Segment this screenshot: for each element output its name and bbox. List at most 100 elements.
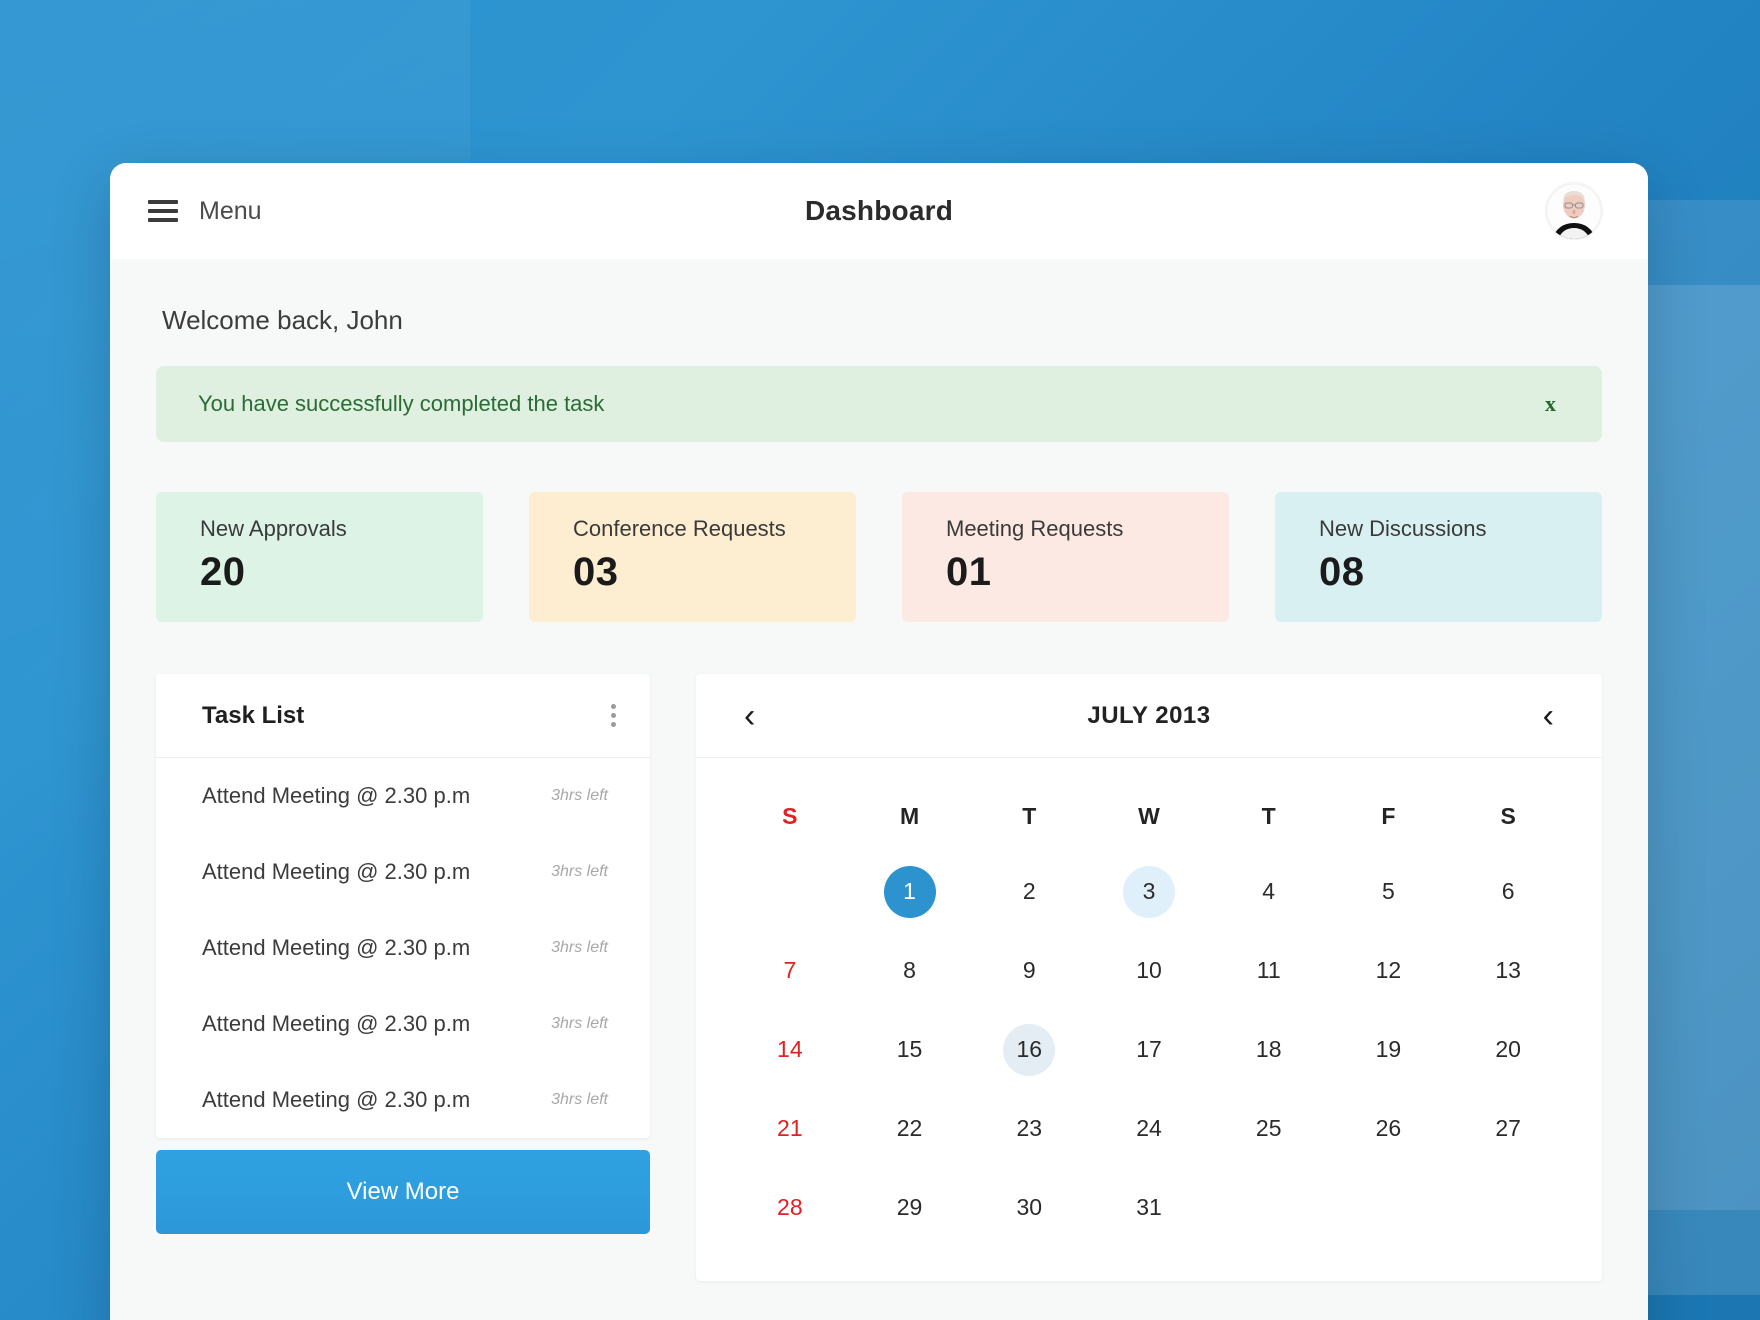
stat-label: Conference Requests [573, 516, 786, 541]
list-item[interactable]: Attend Meeting @ 2.30 p.m 3hrs left [156, 1062, 650, 1138]
calendar-day-29[interactable]: 29 [884, 1182, 936, 1234]
calendar-day-2[interactable]: 2 [1003, 866, 1055, 918]
success-alert: You have successfully completed the task… [156, 366, 1602, 442]
calendar-day-18[interactable]: 18 [1243, 1024, 1295, 1076]
task-list-title: Task List [202, 701, 305, 729]
avatar[interactable] [1546, 183, 1602, 239]
list-item[interactable]: Attend Meeting @ 2.30 p.m 3hrs left [156, 986, 650, 1062]
page-title: Dashboard [804, 195, 954, 226]
stat-card-new-discussions[interactable]: New Discussions 08 [1275, 492, 1602, 622]
list-item[interactable]: Attend Meeting @ 2.30 p.m 3hrs left [156, 834, 650, 910]
weekday-monday: M [899, 802, 920, 829]
view-more-button[interactable]: View More [156, 1150, 650, 1234]
calendar-day-10[interactable]: 10 [1123, 945, 1175, 997]
list-item[interactable]: Attend Meeting @ 2.30 p.m 3hrs left [156, 758, 650, 834]
calendar-day-1[interactable]: 1 [883, 865, 936, 918]
calendar-day-23[interactable]: 23 [1003, 1103, 1055, 1155]
calendar-day-3[interactable]: 3 [1122, 865, 1175, 918]
calendar-cell: 10 [1089, 931, 1209, 1010]
calendar-week-row: 1 2 3 4 5 6 [730, 852, 1568, 931]
weekday-thursday: T [1261, 802, 1276, 829]
calendar-cell: 14 [730, 1010, 850, 1089]
calendar-day-4[interactable]: 4 [1243, 866, 1295, 918]
calendar-day-26[interactable]: 26 [1362, 1103, 1414, 1155]
calendar-day-25[interactable]: 25 [1243, 1103, 1295, 1155]
calendar-cell: 11 [1209, 931, 1329, 1010]
task-time-left: 3hrs left [551, 787, 608, 804]
calendar-day-8[interactable]: 8 [884, 945, 936, 997]
calendar-month-label: JULY 2013 [1087, 701, 1211, 729]
list-item[interactable]: Attend Meeting @ 2.30 p.m 3hrs left [156, 910, 650, 986]
alert-message: You have successfully completed the task [198, 391, 605, 416]
task-list-panel: Task List Attend Meeting @ 2.30 p.m 3hrs… [156, 674, 650, 1138]
calendar-day-31[interactable]: 31 [1123, 1182, 1175, 1234]
task-name: Attend Meeting @ 2.30 p.m [202, 935, 471, 960]
calendar-cell [1209, 1168, 1329, 1247]
stat-label: Meeting Requests [946, 516, 1124, 541]
calendar-day-12[interactable]: 12 [1362, 945, 1414, 997]
weekday-sunday: S [782, 802, 798, 829]
more-vertical-icon[interactable] [605, 698, 622, 733]
calendar-day-24[interactable]: 24 [1123, 1103, 1175, 1155]
alert-close-button[interactable]: x [1545, 391, 1556, 417]
task-rows: Attend Meeting @ 2.30 p.m 3hrs left Atte… [156, 758, 650, 1138]
calendar-day-9[interactable]: 9 [1003, 945, 1055, 997]
chevron-left-icon-right[interactable]: ‹ [1543, 699, 1554, 733]
calendar-cell [730, 852, 850, 931]
calendar-cell: 20 [1448, 1010, 1568, 1089]
task-name: Attend Meeting @ 2.30 p.m [202, 859, 471, 884]
stat-card-conference-requests[interactable]: Conference Requests 03 [529, 492, 856, 622]
stat-card-meeting-requests[interactable]: Meeting Requests 01 [902, 492, 1229, 622]
calendar-day-5[interactable]: 5 [1362, 866, 1414, 918]
calendar-week-row: 7 8 9 10 11 12 13 [730, 931, 1568, 1010]
calendar-week-row: 14 15 16 17 18 19 20 [730, 1010, 1568, 1089]
calendar-cell: 13 [1448, 931, 1568, 1010]
task-name: Attend Meeting @ 2.30 p.m [202, 1011, 471, 1036]
calendar-panel: ‹ JULY 2013 ‹ S M T W T F S 1 2 3 4 5 6 … [696, 674, 1602, 1281]
calendar-day-19[interactable]: 19 [1362, 1024, 1414, 1076]
task-time-left: 3hrs left [551, 863, 608, 880]
calendar-cell: 31 [1089, 1168, 1209, 1247]
stat-value: 08 [1319, 550, 1365, 594]
calendar-day-17[interactable]: 17 [1123, 1024, 1175, 1076]
task-name: Attend Meeting @ 2.30 p.m [202, 783, 471, 808]
calendar-cell: 9 [969, 931, 1089, 1010]
calendar-day-28[interactable]: 28 [764, 1182, 816, 1234]
calendar-cell: 26 [1329, 1089, 1449, 1168]
calendar-cell: 19 [1329, 1010, 1449, 1089]
app-window: Menu Dashboard Welcome back, John You ha… [110, 163, 1648, 1320]
calendar-day-16[interactable]: 16 [1003, 1023, 1056, 1076]
calendar-day-14[interactable]: 14 [764, 1024, 816, 1076]
calendar-cell: 2 [969, 852, 1089, 931]
calendar-day-30[interactable]: 30 [1003, 1182, 1055, 1234]
calendar-day-22[interactable]: 22 [884, 1103, 936, 1155]
calendar-day-15[interactable]: 15 [884, 1024, 936, 1076]
calendar-day-13[interactable]: 13 [1482, 945, 1534, 997]
calendar-day-empty [764, 866, 816, 918]
calendar-day-20[interactable]: 20 [1482, 1024, 1534, 1076]
welcome-message: Welcome back, John [162, 305, 403, 335]
calendar-week-row: 28 29 30 31 [730, 1168, 1568, 1247]
task-time-left: 3hrs left [551, 1015, 608, 1032]
stat-card-new-approvals[interactable]: New Approvals 20 [156, 492, 483, 622]
calendar-cell: 28 [730, 1168, 850, 1247]
calendar-cell: 21 [730, 1089, 850, 1168]
calendar-day-11[interactable]: 11 [1243, 945, 1295, 997]
calendar-cell: 3 [1089, 852, 1209, 931]
calendar-week-row: 21 22 23 24 25 26 27 [730, 1089, 1568, 1168]
calendar-cell: 18 [1209, 1010, 1329, 1089]
calendar-cell [1329, 1168, 1449, 1247]
calendar-cell: 12 [1329, 931, 1449, 1010]
stat-value: 01 [946, 550, 992, 594]
calendar-day-7[interactable]: 7 [764, 945, 816, 997]
calendar-day-27[interactable]: 27 [1482, 1103, 1534, 1155]
calendar-cell: 17 [1089, 1010, 1209, 1089]
background: Menu Dashboard Welcome back, John You ha… [0, 0, 1760, 1320]
calendar-day-21[interactable]: 21 [764, 1103, 816, 1155]
chevron-left-icon[interactable]: ‹ [744, 699, 755, 733]
calendar-cell: 24 [1089, 1089, 1209, 1168]
calendar-day-empty [1243, 1182, 1295, 1234]
calendar-cell: 29 [850, 1168, 970, 1247]
calendar-day-6[interactable]: 6 [1482, 866, 1534, 918]
calendar-weekday-row: S M T W T F S [730, 780, 1568, 852]
